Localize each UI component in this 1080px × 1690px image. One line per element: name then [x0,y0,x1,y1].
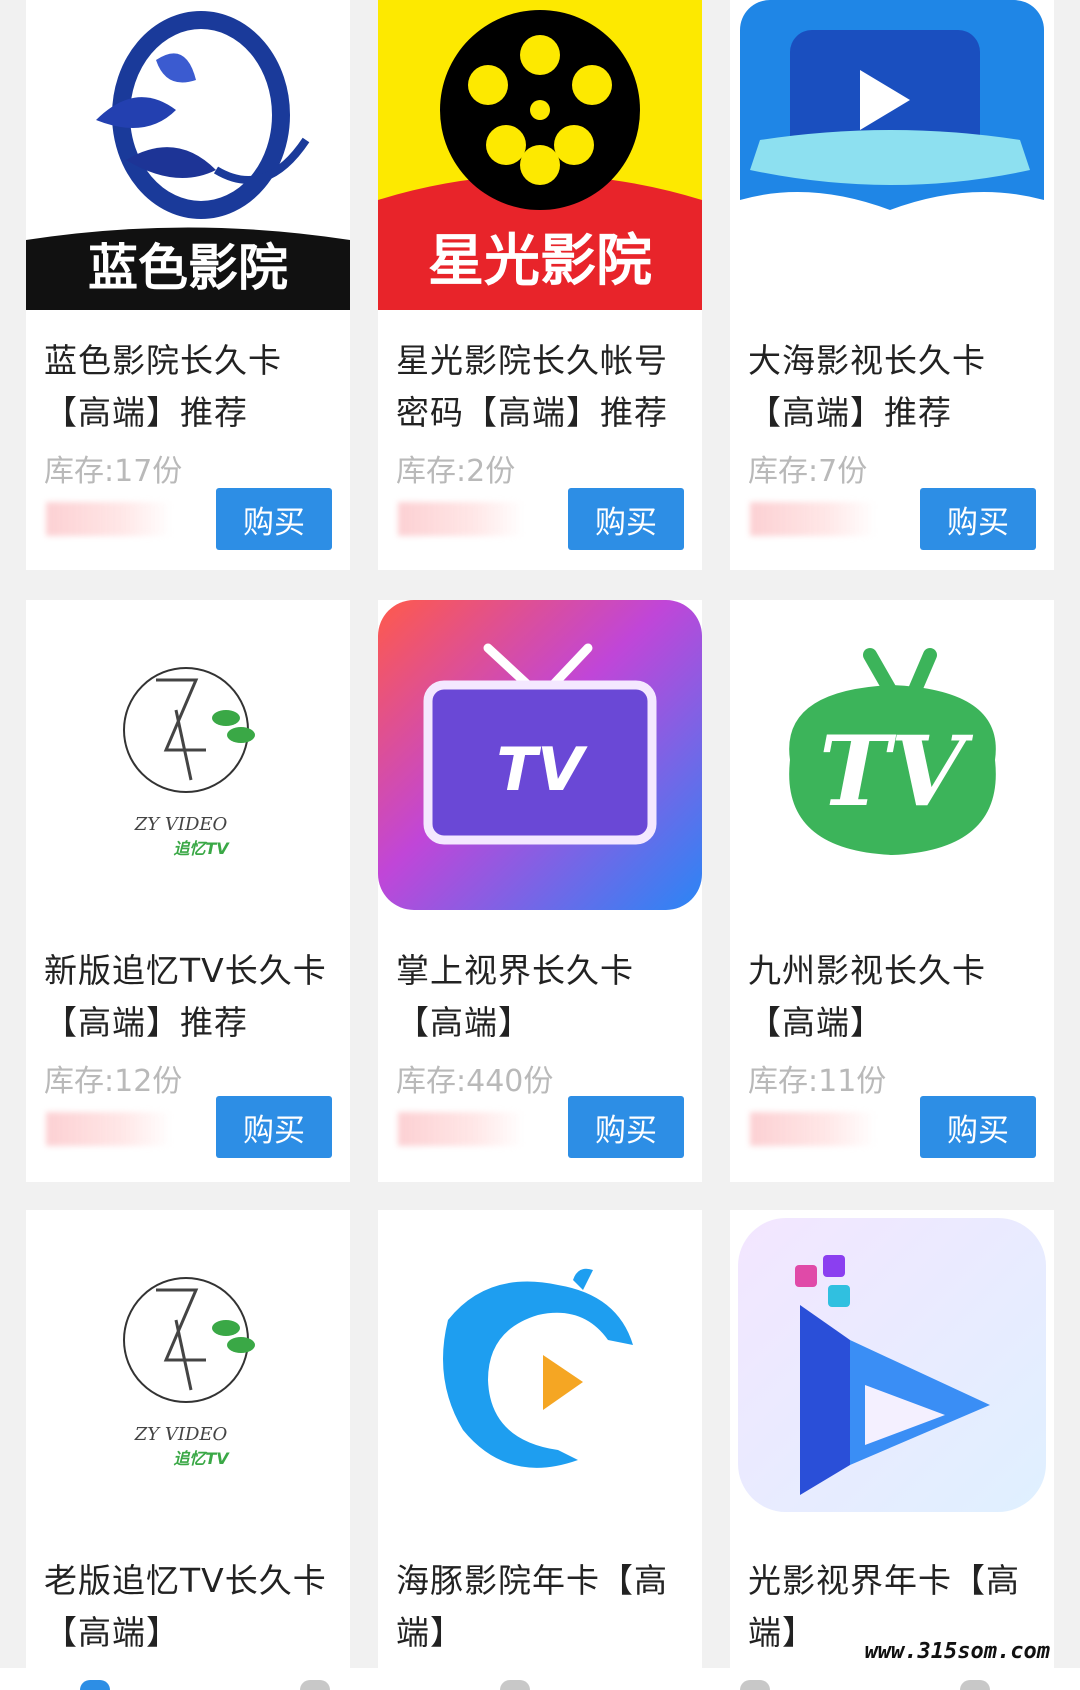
price-blurred [46,1112,172,1146]
product-card[interactable]: ZY VIDEO 追忆TV 老版追忆TV长久卡【高端】 [26,1210,350,1690]
product-card[interactable]: 蓝色影院 蓝色影院长久卡【高端】推荐 库存:17份 购买 [26,0,350,570]
buy-button[interactable]: 购买 [568,488,684,550]
logo-text: ZY VIDEO [134,814,228,835]
logo-text: 蓝色影院 [88,238,288,297]
bottom-tab-bar [0,1668,1080,1690]
logo-subtext: 追忆TV [173,1449,230,1468]
logo-subtext: 追忆TV [173,839,230,858]
product-logo [378,1210,702,1520]
buy-button[interactable]: 购买 [920,1096,1036,1158]
stock-label: 库存:2份 [396,454,516,489]
stock-label: 库存:12份 [44,1064,183,1099]
logo-text: ZY VIDEO [134,1424,228,1445]
stock-label: 库存:440份 [396,1064,554,1099]
buy-button[interactable]: 购买 [216,488,332,550]
product-title: 九州影视长久卡【高端】 [748,951,986,1042]
product-card[interactable]: TV 九州影视长久卡【高端】 库存:11份 购买 [730,600,1054,1182]
price-blurred [750,502,876,536]
product-logo: ZY VIDEO 追忆TV [26,1210,350,1520]
logo-text: 星光影院 [428,228,652,294]
site-watermark: www.315som.com [864,1639,1050,1664]
buy-button[interactable]: 购买 [920,488,1036,550]
product-card[interactable]: 大海影视长久卡【高端】推荐 库存:7份 购买 [730,0,1054,570]
stock-label: 库存:11份 [748,1064,887,1099]
tab-home[interactable] [80,1680,110,1690]
price-blurred [46,502,172,536]
product-logo: TV [378,600,702,910]
product-logo: 蓝色影院 [26,0,350,310]
product-logo [730,1210,1054,1520]
stock-label: 库存:7份 [748,454,868,489]
tab-search[interactable] [500,1680,530,1690]
product-logo: ZY VIDEO 追忆TV [26,600,350,910]
product-title: 老版追忆TV长久卡【高端】 [44,1561,327,1652]
product-card[interactable]: TV 掌上视界长久卡【高端】 库存:440份 购买 [378,600,702,1182]
product-title: 蓝色影院长久卡【高端】推荐 [44,341,282,432]
product-card[interactable]: ZY VIDEO 追忆TV 新版追忆TV长久卡【高端】推荐 库存:12份 购买 [26,600,350,1182]
product-logo: TV [730,600,1054,910]
product-logo: 星光影院 [378,0,702,310]
product-title: 大海影视长久卡【高端】推荐 [748,341,986,432]
tab-cart[interactable] [740,1680,770,1690]
tab-category[interactable] [300,1680,330,1690]
logo-text: TV [496,735,588,805]
buy-button[interactable]: 购买 [568,1096,684,1158]
logo-text: TV [819,715,973,828]
price-blurred [398,1112,524,1146]
product-title: 星光影院长久帐号密码【高端】推荐 [396,341,668,432]
stock-label: 库存:17份 [44,454,183,489]
product-card[interactable]: 星光影院 星光影院长久帐号密码【高端】推荐 库存:2份 购买 [378,0,702,570]
tab-profile[interactable] [960,1680,990,1690]
product-card[interactable]: 光影视界年卡【高端】 [730,1210,1054,1690]
price-blurred [750,1112,876,1146]
product-card[interactable]: 海豚影院年卡【高端】 [378,1210,702,1690]
buy-button[interactable]: 购买 [216,1096,332,1158]
product-title: 海豚影院年卡【高端】 [396,1561,668,1652]
product-logo [730,0,1054,310]
price-blurred [398,502,524,536]
product-title: 新版追忆TV长久卡【高端】推荐 [44,951,327,1042]
product-title: 掌上视界长久卡【高端】 [396,951,634,1042]
